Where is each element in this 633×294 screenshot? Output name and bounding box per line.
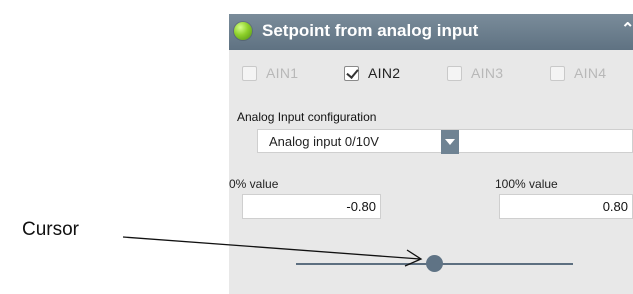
- analog-input-config-select[interactable]: Analog input 0/10V: [257, 129, 633, 154]
- panel-header: Setpoint from analog input ⌃: [229, 14, 633, 50]
- ain2-label: AIN2: [368, 65, 401, 81]
- select-dropdown-button[interactable]: [441, 130, 459, 154]
- ain1-checkbox[interactable]: [242, 65, 257, 81]
- status-dot-icon: [234, 22, 252, 40]
- zero-percent-label: 0% value: [229, 177, 279, 191]
- panel-title: Setpoint from analog input: [262, 21, 479, 40]
- chevron-down-icon: [445, 139, 455, 145]
- checkmark-icon: [346, 65, 359, 79]
- ain3-option[interactable]: AIN3: [447, 64, 503, 82]
- cursor-annotation-label: Cursor: [22, 219, 80, 240]
- ain3-label: AIN3: [471, 65, 504, 81]
- ain2-checkbox[interactable]: [344, 65, 359, 81]
- ain2-option[interactable]: AIN2: [344, 64, 400, 82]
- config-selected-value: Analog input 0/10V: [269, 134, 379, 149]
- ain3-checkbox[interactable]: [447, 65, 462, 81]
- screenshot-stage: Setpoint from analog input ⌃ AIN1 AIN2 A…: [0, 0, 633, 294]
- chevron-up-icon[interactable]: ⌃: [621, 22, 633, 38]
- ain4-option[interactable]: AIN4: [550, 64, 606, 82]
- ain4-label: AIN4: [574, 65, 607, 81]
- hundred-percent-input[interactable]: 0.80: [499, 194, 633, 219]
- hundred-percent-label: 100% value: [495, 177, 558, 191]
- config-label: Analog Input configuration: [237, 110, 377, 124]
- ain4-checkbox[interactable]: [550, 65, 565, 81]
- setpoint-panel: Setpoint from analog input ⌃ AIN1 AIN2 A…: [229, 14, 633, 294]
- slider-thumb[interactable]: [426, 255, 443, 272]
- ain1-option[interactable]: AIN1: [242, 64, 298, 82]
- zero-percent-input[interactable]: -0.80: [242, 194, 381, 219]
- ain1-label: AIN1: [266, 65, 299, 81]
